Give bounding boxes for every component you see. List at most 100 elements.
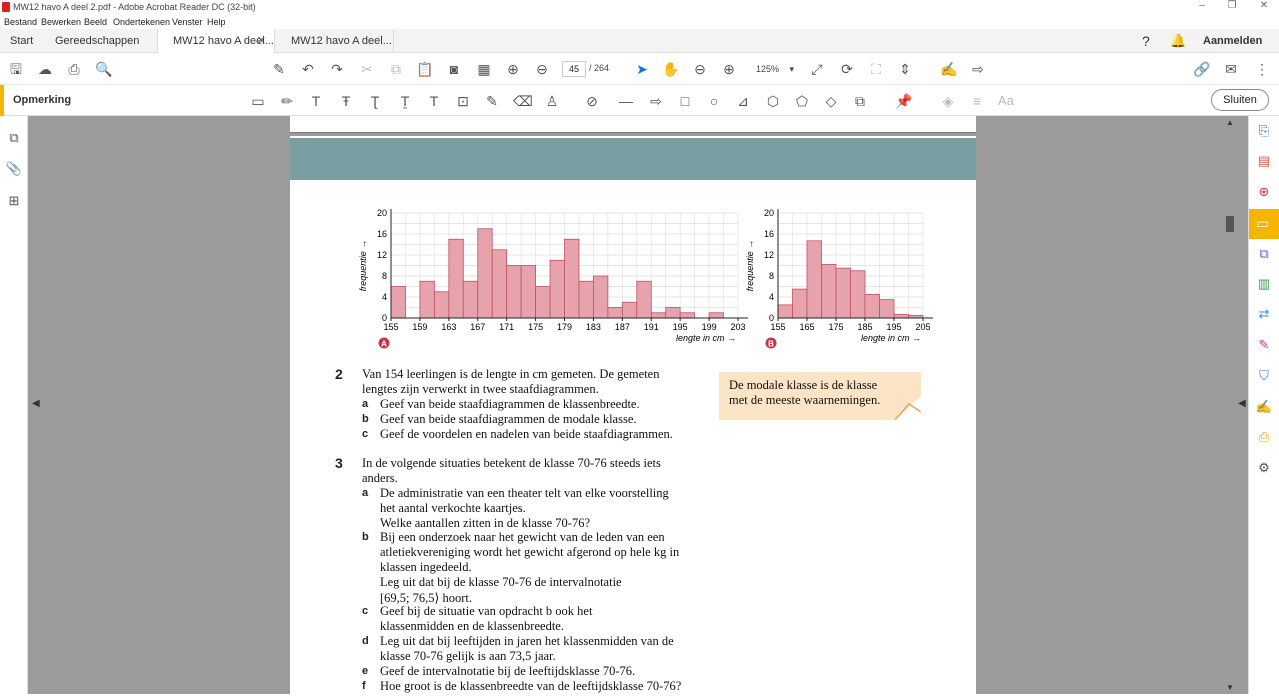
sticky-note-icon[interactable]: ▭	[249, 92, 267, 110]
attachments-icon[interactable]: 📎	[5, 161, 23, 179]
add-text-icon[interactable]: T	[425, 92, 443, 110]
pin-icon[interactable]: 📌	[895, 92, 913, 110]
help-icon[interactable]: ?	[1142, 29, 1150, 53]
polygon-line-icon[interactable]: ◇	[822, 92, 840, 110]
bar-a	[448, 238, 464, 319]
attach-file-icon[interactable]: ⊘	[583, 92, 601, 110]
edit-pdf-icon[interactable]: ✎	[270, 60, 288, 78]
line-weight-icon[interactable]: ≡	[968, 92, 986, 110]
full-screen-icon[interactable]: ⛶	[867, 60, 885, 78]
arrow-icon[interactable]: ⇨	[647, 92, 665, 110]
combine-files-icon[interactable]: ⧉	[1255, 246, 1273, 264]
cloud-shape-icon[interactable]: ⬠	[793, 92, 811, 110]
send-review-icon[interactable]: ⇄	[1255, 306, 1273, 324]
polygon-icon[interactable]: ⬡	[764, 92, 782, 110]
minimize-button[interactable]: –	[1190, 0, 1214, 11]
menu-ondertekenen[interactable]: Ondertekenen	[113, 17, 170, 27]
save-icon[interactable]: 🖫	[7, 60, 25, 78]
hand-tool-icon[interactable]: ✋	[662, 60, 680, 78]
scan-ocr-icon[interactable]: ▥	[1255, 276, 1273, 294]
line-icon[interactable]: —	[617, 92, 635, 110]
zoom-level-select[interactable]: 125% ▾	[750, 61, 798, 77]
eraser-icon[interactable]: ⌫	[513, 92, 533, 110]
redo-icon[interactable]: ↷	[328, 60, 346, 78]
vertical-scrollbar[interactable]	[1224, 116, 1238, 694]
close-tab-icon[interactable]: ✕	[257, 29, 266, 53]
more-tools-icon[interactable]: ⋮	[1253, 60, 1271, 78]
share-link-icon[interactable]: 🔗	[1193, 60, 1211, 78]
underline-text-icon[interactable]: T	[307, 92, 325, 110]
more-tools-settings-icon[interactable]: ⚙	[1255, 460, 1273, 478]
scroll-mode-icon[interactable]: ⇕	[896, 60, 914, 78]
copy-icon[interactable]: ⧉	[387, 60, 405, 78]
cloud-upload-icon[interactable]: ☁	[36, 60, 54, 78]
certificates-icon[interactable]: ⎙	[1255, 429, 1273, 447]
q3-e-1: Geef de intervalnotatie bij de leeftijds…	[380, 664, 636, 678]
collapse-right-panel-icon[interactable]: ◀	[1238, 398, 1246, 409]
fill-sign-icon[interactable]: ✎	[1255, 337, 1273, 355]
previous-page-icon[interactable]: ⊕	[504, 60, 522, 78]
undo-icon[interactable]: ↶	[299, 60, 317, 78]
highlight-icon[interactable]: ✏	[278, 92, 296, 110]
layers-icon[interactable]: ⊞	[5, 193, 23, 211]
rotate-icon[interactable]: ⟳	[838, 60, 856, 78]
scroll-up-icon[interactable]: ▲	[1226, 118, 1234, 127]
q3-a-2: het aantal verkochte kaartjes.	[380, 501, 526, 515]
signin-button[interactable]: Aanmelden	[1203, 29, 1262, 53]
menu-beeld[interactable]: Beeld	[84, 17, 107, 27]
menu-bewerken[interactable]: Bewerken	[41, 17, 81, 27]
oval-icon[interactable]: ○	[705, 92, 723, 110]
collapse-left-panel-icon[interactable]: ◀	[32, 398, 40, 409]
strikethrough-icon[interactable]: Ŧ	[337, 92, 355, 110]
x-tick-label-a: 183	[586, 322, 601, 332]
close-comment-button[interactable]: Sluiten	[1211, 89, 1269, 111]
menu-help[interactable]: Help	[207, 17, 226, 27]
stamp-icon[interactable]: ♙	[543, 92, 561, 110]
insert-text-icon[interactable]: Ṯ	[396, 92, 414, 110]
sign-icon[interactable]: ✍	[940, 60, 958, 78]
scrollbar-thumb[interactable]	[1226, 216, 1234, 232]
tab-document-active[interactable]: MW12 havo A deel... ✕	[157, 29, 275, 54]
print-icon[interactable]: ⎙	[65, 60, 83, 78]
menu-venster[interactable]: Venster	[172, 17, 203, 27]
menu-bestand[interactable]: Bestand	[4, 17, 37, 27]
pencil-icon[interactable]: ✎	[483, 92, 501, 110]
close-window-button[interactable]: ✕	[1252, 0, 1276, 11]
font-size-icon[interactable]: Aa	[997, 92, 1015, 110]
text-box-icon[interactable]: ⊡	[454, 92, 472, 110]
drawing-tools-icon[interactable]: ⧉	[851, 92, 869, 110]
zoom-out-icon[interactable]: ⊖	[691, 60, 709, 78]
snapshot-icon[interactable]: ◙	[445, 60, 463, 78]
replace-text-icon[interactable]: Ʈ	[366, 92, 384, 110]
q3-letter-c: c	[362, 605, 369, 617]
q2-letter-a: a	[362, 398, 369, 410]
next-page-icon[interactable]: ⊖	[533, 60, 551, 78]
scroll-down-icon[interactable]: ▼	[1226, 683, 1234, 692]
tab-document-2[interactable]: MW12 havo A deel...	[276, 29, 394, 53]
create-pdf-icon[interactable]: ⊕	[1255, 184, 1273, 202]
page-thumbnails-icon[interactable]: ⧉	[5, 130, 23, 148]
paste-icon[interactable]: 📋	[416, 60, 434, 78]
tab-tools[interactable]: Gereedschappen	[55, 29, 139, 53]
zoom-search-icon[interactable]: 🔍	[95, 60, 113, 78]
tab-start[interactable]: Start	[10, 29, 33, 53]
rectangle-icon[interactable]: □	[676, 92, 694, 110]
stamp-tool-icon[interactable]: ▦	[475, 60, 493, 78]
q3-a-1: De administratie van een theater telt va…	[380, 486, 669, 500]
page-number-input[interactable]: 45	[562, 61, 586, 77]
text-callout-icon[interactable]: ⊿	[734, 92, 752, 110]
email-icon[interactable]: ✉	[1222, 60, 1240, 78]
comment-tool-active[interactable]: ▭	[1249, 209, 1279, 239]
protect-icon[interactable]: ⛉	[1255, 368, 1273, 386]
fit-page-icon[interactable]: ⤢	[808, 60, 826, 78]
organize-pages-icon[interactable]: ▤	[1255, 153, 1273, 171]
export-pdf-icon[interactable]: ⎘	[1255, 123, 1273, 141]
restore-button[interactable]: ❐	[1220, 0, 1244, 11]
cut-icon[interactable]: ✂	[358, 60, 376, 78]
fill-color-icon[interactable]: ◈	[939, 92, 957, 110]
zoom-in-icon[interactable]: ⊕	[720, 60, 738, 78]
send-sign-icon[interactable]: ⇨	[969, 60, 987, 78]
notification-bell-icon[interactable]: 🔔	[1170, 29, 1186, 53]
select-cursor-icon[interactable]: ➤	[633, 60, 651, 78]
prepare-form-icon[interactable]: ✍	[1255, 399, 1273, 417]
